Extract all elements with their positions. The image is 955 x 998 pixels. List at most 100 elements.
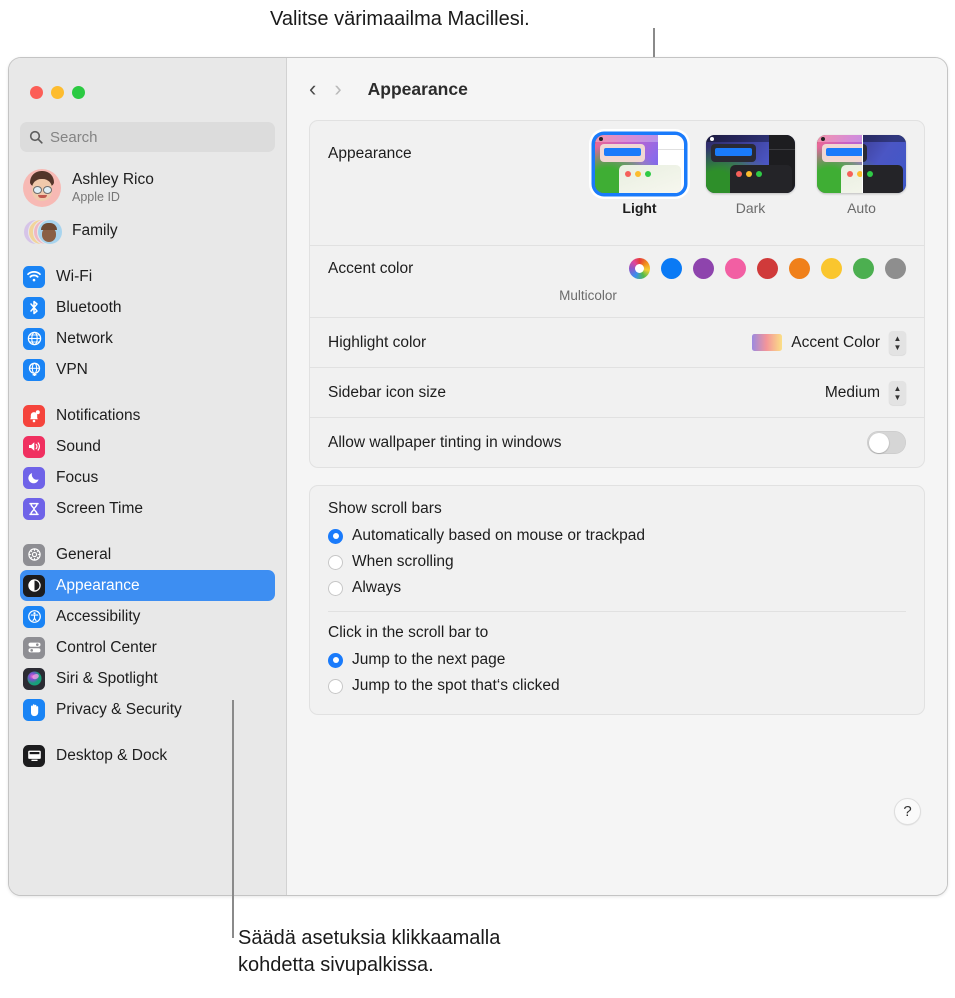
accent-swatch-graphite[interactable]: [885, 258, 906, 279]
radio-button[interactable]: [328, 678, 343, 694]
appearance-icon: [23, 574, 45, 597]
section-divider: [328, 611, 906, 612]
sidebar-item-appearance[interactable]: Appearance: [20, 570, 275, 601]
sidebar-item-focus[interactable]: Focus: [20, 462, 275, 493]
speaker-icon: [23, 435, 45, 458]
gear-icon: [23, 543, 45, 566]
radio-label: Jump to the next page: [352, 651, 506, 668]
sidebar-group-preferences: General Appearance Accessibility Control…: [20, 539, 275, 725]
sidebar-item-accessibility[interactable]: Accessibility: [20, 601, 275, 632]
sidebar-group-desktop: Desktop & Dock: [20, 740, 275, 771]
highlight-color-value[interactable]: Accent Color: [791, 334, 880, 352]
sidebar-item-privacy-security[interactable]: Privacy & Security: [20, 694, 275, 725]
sidebar-item-family[interactable]: Family: [20, 216, 275, 246]
sidebar-item-label: General: [56, 545, 112, 563]
accent-color-label: Accent color: [328, 259, 414, 277]
zoom-button[interactable]: [72, 86, 85, 99]
hourglass-icon: [23, 497, 45, 520]
click-scroll-bar-title: Click in the scroll bar to: [328, 624, 489, 641]
highlight-color-swatch: [752, 334, 783, 351]
appearance-option-dark[interactable]: Dark: [706, 135, 795, 216]
highlight-color-label: Highlight color: [328, 333, 427, 351]
sidebar-item-screen-time[interactable]: Screen Time: [20, 493, 275, 524]
search-placeholder: Search: [50, 128, 98, 146]
highlight-color-stepper[interactable]: ▲ ▼: [889, 330, 906, 355]
system-settings-window: Search Ashley Rico Apple ID Family Wi-Fi…: [8, 57, 948, 896]
appearance-row: Appearance Light Dark Auto: [310, 121, 924, 245]
sidebar-item-control-center[interactable]: Control Center: [20, 632, 275, 663]
light-thumbnail: [595, 135, 684, 193]
radio-label: Always: [352, 579, 402, 596]
radio-button[interactable]: [328, 554, 343, 570]
minimize-button[interactable]: [51, 86, 64, 99]
hand-icon: [23, 698, 45, 721]
sidebar-item-label: Sound: [56, 437, 101, 455]
accent-swatch-purple[interactable]: [693, 258, 714, 279]
radio-button[interactable]: [328, 528, 343, 544]
sidebar-item-network[interactable]: Network: [20, 323, 275, 354]
radio-jump-next-page[interactable]: Jump to the next page: [328, 647, 906, 673]
radio-show-scroll-when-scrolling[interactable]: When scrolling: [328, 549, 906, 575]
bluetooth-icon: [23, 296, 45, 319]
radio-show-scroll-automatic[interactable]: Automatically based on mouse or trackpad: [328, 523, 906, 549]
accent-swatch-yellow[interactable]: [821, 258, 842, 279]
radio-label: Jump to the spot that‘s clicked: [352, 677, 560, 694]
sidebar-icon-size-stepper[interactable]: ▲ ▼: [889, 380, 906, 405]
sidebar-item-label: Notifications: [56, 406, 141, 424]
accent-swatch-blue[interactable]: [661, 258, 682, 279]
appearance-label: Appearance: [328, 145, 412, 162]
sidebar-item-sound[interactable]: Sound: [20, 431, 275, 462]
control-center-icon: [23, 636, 45, 659]
sidebar-item-label: VPN: [56, 360, 88, 378]
globe-icon: [23, 327, 45, 350]
accent-swatch-red[interactable]: [757, 258, 778, 279]
accent-swatch-multicolor[interactable]: [629, 258, 650, 279]
accent-swatch-pink[interactable]: [725, 258, 746, 279]
appearance-option-light[interactable]: Light: [595, 135, 684, 216]
wallpaper-tinting-label: Allow wallpaper tinting in windows: [328, 433, 562, 451]
accent-swatch-green[interactable]: [853, 258, 874, 279]
callout-bottom-text: Säädä asetuksia klikkaamalla kohdetta si…: [238, 927, 501, 976]
appearance-option-auto[interactable]: Auto: [817, 135, 906, 216]
sidebar-item-label: Focus: [56, 468, 99, 486]
wallpaper-tinting-row: Allow wallpaper tinting in windows: [310, 417, 924, 467]
sidebar-item-label: Accessibility: [56, 607, 141, 625]
appearance-settings-card: Appearance Light Dark Auto Accent color …: [309, 120, 925, 468]
moon-icon: [23, 466, 45, 489]
accent-color-swatches: [629, 258, 906, 279]
desktop-icon: [23, 744, 45, 767]
accent-color-row: Accent color Multicolor: [310, 245, 924, 317]
radio-show-scroll-always[interactable]: Always: [328, 575, 906, 601]
radio-button[interactable]: [328, 580, 343, 596]
sidebar-item-desktop-dock[interactable]: Desktop & Dock: [20, 740, 275, 771]
radio-jump-to-spot[interactable]: Jump to the spot that‘s clicked: [328, 673, 906, 699]
back-button[interactable]: ‹: [309, 78, 316, 100]
sidebar-item-label: Privacy & Security: [56, 700, 182, 718]
sidebar-icon-size-value[interactable]: Medium: [825, 384, 880, 402]
toolbar: ‹ › Appearance: [287, 58, 947, 120]
bell-icon: [23, 404, 45, 427]
sidebar-item-vpn[interactable]: VPN: [20, 354, 275, 385]
sidebar-item-label: Screen Time: [56, 499, 144, 517]
sidebar-item-notifications[interactable]: Notifications: [20, 400, 275, 431]
page-title: Appearance: [367, 78, 468, 99]
appearance-option-label: Dark: [735, 200, 766, 216]
accent-swatch-orange[interactable]: [789, 258, 810, 279]
wallpaper-tinting-toggle[interactable]: [867, 431, 906, 454]
help-button[interactable]: ?: [894, 798, 921, 825]
close-button[interactable]: [30, 86, 43, 99]
sidebar-item-siri-spotlight[interactable]: Siri & Spotlight: [20, 663, 275, 694]
accent-color-caption: Multicolor: [559, 288, 617, 303]
radio-button[interactable]: [328, 652, 343, 668]
scroll-bar-settings-card: Show scroll bars Automatically based on …: [309, 485, 925, 715]
auto-thumbnail: [817, 135, 906, 193]
sidebar-item-apple-id[interactable]: Ashley Rico Apple ID: [20, 169, 275, 207]
sidebar-icon-size-label: Sidebar icon size: [328, 383, 447, 401]
callout-top-text: Valitse värimaailma Macillesi.: [270, 8, 530, 30]
sidebar-item-general[interactable]: General: [20, 539, 275, 570]
sidebar-item-wi-fi[interactable]: Wi-Fi: [20, 261, 275, 292]
sidebar-item-bluetooth[interactable]: Bluetooth: [20, 292, 275, 323]
forward-button[interactable]: ›: [334, 78, 341, 100]
search-input[interactable]: Search: [20, 122, 275, 152]
appearance-options: Light Dark Auto: [595, 135, 906, 216]
